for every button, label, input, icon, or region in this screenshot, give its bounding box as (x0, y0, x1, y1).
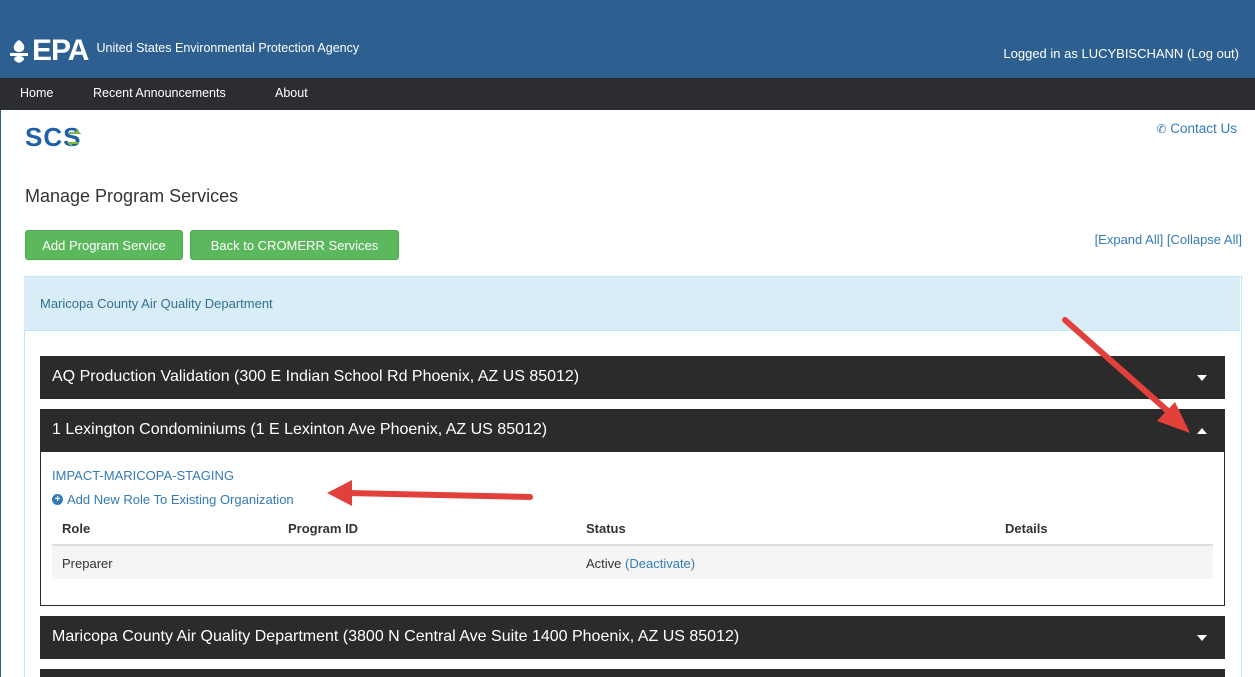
epa-logo-mark: EPA (8, 34, 89, 67)
nav-home[interactable]: Home (20, 86, 53, 100)
facility-label: Maricopa County Air Quality Department (… (52, 628, 740, 645)
facility-bar[interactable]: Maricopa County Air Quality Department (… (40, 616, 1225, 659)
add-new-role-link[interactable]: + Add New Role To Existing Organization (52, 492, 294, 507)
nav-about[interactable]: About (275, 86, 308, 100)
facility-bar[interactable] (40, 669, 1225, 677)
column-header-program-id: Program ID (288, 521, 359, 536)
role-cell: Preparer (62, 556, 113, 571)
login-user: Logged in as LUCYBISCHANN (1003, 46, 1184, 61)
main-nav: Home Recent Announcements About (0, 78, 1255, 110)
collapse-all-link[interactable]: [Collapse All] (1167, 232, 1242, 247)
window-left-border (0, 110, 1, 677)
plus-circle-icon: + (52, 494, 63, 505)
agency-name: United States Environmental Protection A… (96, 41, 360, 55)
epa-logo[interactable]: EPA United States Environmental Protecti… (8, 34, 359, 68)
login-status: Logged in as LUCYBISCHANN (Log out) (1003, 46, 1239, 61)
phone-icon: ✆ (1156, 122, 1167, 136)
column-header-status: Status (586, 521, 626, 536)
organization-panel-heading[interactable]: Maricopa County Air Quality Department (24, 277, 1240, 331)
facility-bar[interactable]: 1 Lexington Condominiums (1 E Lexinton A… (40, 409, 1225, 452)
page-title: Manage Program Services (25, 186, 239, 206)
deactivate-link[interactable]: (Deactivate) (625, 556, 695, 571)
facility-label: 1 Lexington Condominiums (1 E Lexinton A… (52, 421, 548, 438)
caret-down-icon[interactable] (1197, 375, 1207, 381)
organization-link[interactable]: IMPACT-MARICOPA-STAGING (52, 468, 234, 483)
contact-us-label: Contact Us (1170, 121, 1237, 136)
status-cell: Active (Deactivate) (586, 556, 695, 571)
scs-logo[interactable]: SCS (25, 122, 82, 153)
facility-bar[interactable]: AQ Production Validation (300 E Indian S… (40, 356, 1225, 399)
epa-logo-text: EPA (32, 34, 89, 67)
caret-down-icon[interactable] (1197, 635, 1207, 641)
add-program-service-button[interactable]: Add Program Service (25, 230, 183, 260)
facility-label: AQ Production Validation (300 E Indian S… (52, 368, 580, 385)
column-header-details: Details (1005, 521, 1048, 536)
logout-link[interactable]: (Log out) (1187, 46, 1239, 61)
nav-recent-announcements[interactable]: Recent Announcements (93, 86, 226, 100)
contact-us-link[interactable]: ✆ Contact Us (1156, 121, 1237, 136)
scs-arrows-icon (67, 128, 82, 147)
expand-collapse-controls: [Expand All] [Collapse All] (1095, 232, 1242, 247)
organization-name: Maricopa County Air Quality Department (40, 296, 273, 311)
caret-up-icon[interactable] (1197, 428, 1207, 434)
back-to-cromerr-services-button[interactable]: Back to CROMERR Services (190, 230, 399, 260)
status-value: Active (586, 556, 622, 571)
add-new-role-label: Add New Role To Existing Organization (67, 492, 294, 507)
expand-all-link[interactable]: [Expand All] (1095, 232, 1164, 247)
epa-flower-icon (10, 40, 28, 63)
column-header-role: Role (62, 521, 91, 536)
